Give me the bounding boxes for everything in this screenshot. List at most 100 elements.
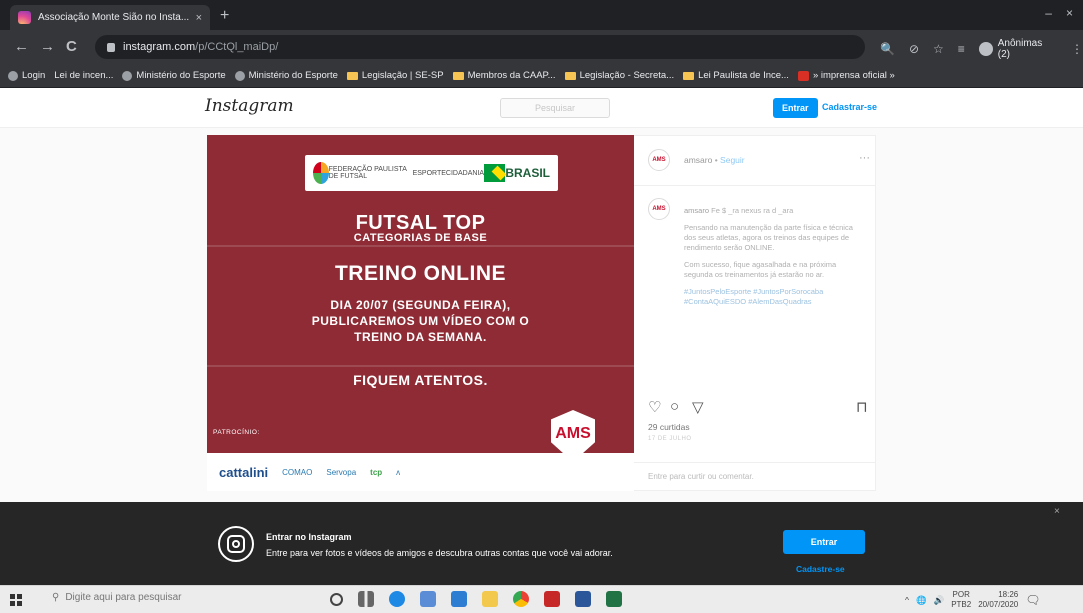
reload-button[interactable]: C (66, 38, 77, 55)
lang-code: POR (952, 590, 970, 599)
new-tab-button[interactable]: + (220, 7, 229, 25)
likes-count[interactable]: 29 curtidas (648, 422, 690, 432)
instagram-logo[interactable]: Instagram (205, 96, 294, 116)
zoom-icon[interactable]: 🔍 (880, 42, 895, 56)
post-image[interactable]: FEDERAÇÃO PAULISTA DE FUTSAL ESPORTE CID… (207, 135, 634, 491)
instagram-camera-icon (218, 526, 254, 562)
browser-menu-icon[interactable]: ⋮ (1071, 42, 1083, 56)
folder-icon (346, 71, 358, 80)
avatar[interactable]: AMS (648, 149, 670, 171)
bookmark-item[interactable]: » imprensa oficial » (797, 70, 895, 81)
banner-signup-link[interactable]: Cadastre-se (796, 564, 845, 574)
folder-icon (683, 71, 695, 80)
post-date: 17 DE JULHO (648, 436, 692, 442)
bookmark-label: » imprensa oficial » (812, 70, 895, 81)
system-tray: ^ 🌐 🔊 POR PTB2 18:26 20/07/2020 🗨 (905, 590, 1040, 610)
comment-icon[interactable]: ○ (670, 398, 679, 415)
post-side-panel: AMS amsaro • Seguir ··· AMS amsaro Fe $ … (634, 135, 876, 491)
follow-button[interactable]: Seguir (720, 155, 745, 165)
bookmark-item[interactable]: Legislação | SE-SP (346, 70, 444, 81)
save-icon[interactable]: ⊓ (856, 398, 868, 416)
notification-icon[interactable]: 🗨 (1025, 593, 1040, 607)
browser-tab[interactable]: Associação Monte Sião no Insta... × (10, 5, 210, 30)
globe-icon (122, 70, 133, 81)
toolbar-icons: 🔍 ⊘ ☆ ≡ Anônimas (2) ⋮ (880, 38, 1083, 60)
block-icon[interactable]: ⊘ (909, 42, 919, 56)
globe-icon (234, 70, 245, 81)
post-header: AMS amsaro • Seguir ··· (634, 136, 876, 186)
clock-time: 18:26 (998, 590, 1019, 599)
sponsor-brasil: BRASIL (505, 166, 550, 180)
language-indicator[interactable]: POR PTB2 (951, 590, 971, 610)
cortana-icon[interactable] (330, 592, 343, 606)
sponsor-cattalini: cattalini (219, 464, 269, 480)
bookmark-item[interactable]: Lei de incen... (54, 70, 113, 81)
file-explorer-icon[interactable] (482, 591, 498, 607)
clock[interactable]: 18:26 20/07/2020 (978, 590, 1018, 610)
task-view-icon[interactable] (358, 591, 374, 607)
tab-close-icon[interactable]: × (196, 12, 202, 24)
forward-button[interactable]: → (40, 38, 55, 55)
keyboard-layout: PTB2 (951, 600, 972, 609)
bookmark-item[interactable]: Login (8, 70, 45, 81)
chrome-icon[interactable] (513, 591, 529, 607)
clock-date: 20/07/2020 (978, 600, 1019, 609)
network-icon[interactable]: 🌐 (916, 595, 927, 606)
caption-hashtags[interactable]: #JuntosPeloEsporte #JuntosPorSorocaba #C… (684, 287, 859, 307)
windows-start-icon[interactable] (10, 594, 22, 606)
caption-avatar[interactable]: AMS (648, 198, 670, 220)
bookmark-item[interactable]: Ministério do Esporte (234, 70, 338, 81)
more-options-icon[interactable]: ··· (859, 152, 870, 164)
sponsor-bar: cattalini COMAO Servopa tcp ʌ (207, 453, 634, 491)
taskbar-apps (330, 591, 622, 607)
taskbar-search[interactable]: ⚲ Digite aqui para pesquisar (52, 592, 182, 603)
banner-title: Entrar no Instagram (266, 532, 352, 542)
signup-link[interactable]: Cadastrar-se (822, 102, 877, 112)
calculator-icon[interactable] (420, 591, 436, 607)
bookmark-item[interactable]: Membros da CAAP... (452, 70, 556, 81)
post-subtitle: CATEGORIAS DE BASE (353, 232, 488, 244)
bookmark-star-icon[interactable]: ☆ (933, 42, 944, 56)
reading-list-icon[interactable]: ≡ (958, 42, 965, 56)
post-username[interactable]: amsaro • Seguir (684, 155, 745, 165)
post-caption: amsaro Fe $ _ra nexus ra d _ara Pensando… (684, 206, 859, 314)
minimize-button[interactable]: – (1045, 6, 1052, 20)
incognito-icon (978, 42, 993, 56)
caption-username[interactable]: amsaro (684, 206, 709, 215)
instagram-page: Instagram Pesquisar Entrar Cadastrar-se … (0, 88, 1083, 585)
globe-icon (8, 70, 18, 81)
word-icon[interactable] (575, 591, 591, 607)
login-button[interactable]: Entrar (773, 98, 818, 118)
back-button[interactable]: ← (14, 38, 29, 55)
incognito-profile-button[interactable]: Anônimas (2) (978, 38, 1057, 60)
share-icon[interactable]: ▽ (692, 398, 704, 416)
search-input[interactable]: Pesquisar (500, 98, 610, 118)
caption-intro: Fe $ _ra nexus ra d _ara (711, 206, 794, 215)
excel-icon[interactable] (606, 591, 622, 607)
news-icon (797, 70, 809, 81)
acrobat-icon[interactable] (544, 591, 560, 607)
username-text: amsaro (684, 155, 713, 165)
bookmark-item[interactable]: Legislação - Secreta... (564, 70, 674, 81)
banner-text: Entre para ver fotos e vídeos de amigos … (266, 548, 613, 558)
bookmark-item[interactable]: Lei Paulista de Ince... (683, 70, 789, 81)
edge-icon[interactable] (389, 591, 405, 607)
photos-icon[interactable] (451, 591, 467, 607)
login-banner: Entrar no Instagram Entre para ver fotos… (0, 502, 1083, 585)
bookmarks-bar: Login Lei de incen... Ministério do Espo… (0, 64, 1083, 88)
folder-icon (564, 71, 576, 80)
caption-paragraph-1: Pensando na manutenção da parte física e… (684, 223, 853, 252)
address-bar[interactable]: instagram.com/p/CCtQl_maiDp/ (95, 35, 865, 59)
login-to-comment[interactable]: Entre para curtir ou comentar. (634, 462, 876, 492)
bookmark-item[interactable]: Ministério do Esporte (122, 70, 226, 81)
tray-expand-icon[interactable]: ^ (905, 595, 909, 605)
like-icon[interactable]: ♡ (648, 398, 661, 416)
close-window-button[interactable]: × (1066, 6, 1073, 20)
sponsor-esporte: ESPORTE (412, 169, 446, 177)
url-path: /p/CCtQl_maiDp/ (195, 41, 279, 53)
instagram-favicon-icon (18, 11, 31, 24)
sponsor-servopa: Servopa (326, 467, 357, 477)
volume-icon[interactable]: 🔊 (934, 595, 945, 606)
banner-login-button[interactable]: Entrar (783, 530, 865, 554)
banner-close-icon[interactable]: × (1054, 506, 1060, 517)
